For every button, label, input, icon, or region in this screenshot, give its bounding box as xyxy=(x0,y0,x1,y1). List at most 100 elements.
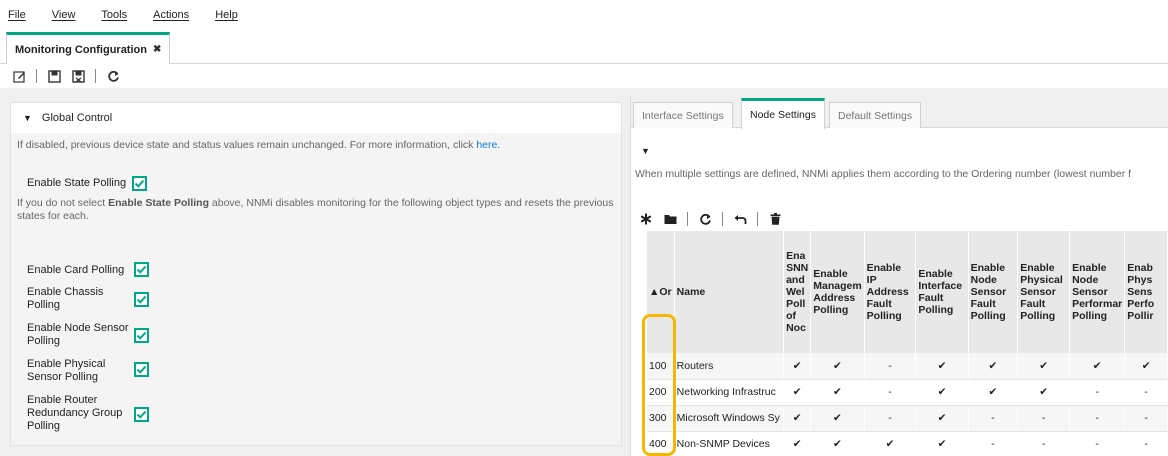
router-redundancy-polling-label: Enable Router Redundancy Group Polling xyxy=(27,394,123,432)
chassis-polling-checkbox[interactable] xyxy=(134,292,149,307)
value-cell: ✔ xyxy=(864,431,917,456)
save-close-icon[interactable] xyxy=(71,69,85,83)
menu-bar: File View Tools Actions Help xyxy=(0,0,1168,30)
chassis-polling-label: Enable Chassis Polling xyxy=(27,286,104,311)
value-cell: - xyxy=(968,431,1019,456)
value-cell: - xyxy=(864,353,917,380)
refresh-icon[interactable] xyxy=(698,212,712,226)
name-cell: Networking Infrastruc xyxy=(674,379,785,406)
more-info-link[interactable]: here xyxy=(476,139,497,151)
value-cell: ✔ xyxy=(810,405,865,432)
toolbar-divider xyxy=(757,212,758,226)
table-row[interactable]: 400 Non-SNMP Devices ✔ ✔ ✔ ✔ - - - - xyxy=(647,431,1168,456)
document-tab-bar: Monitoring Configuration ✖ xyxy=(0,30,1168,64)
value-cell: ✔ xyxy=(968,353,1019,380)
chassis-polling-row: Enable Chassis Polling xyxy=(27,285,167,313)
value-cell: - xyxy=(864,379,917,406)
node-sensor-polling-checkbox[interactable] xyxy=(134,328,149,343)
value-cell: ✔ xyxy=(1017,379,1071,406)
column-header-physical-sensor-fault-polling[interactable]: Enable Physical Sensor Fault Polling xyxy=(1017,231,1071,353)
value-cell: ✔ xyxy=(783,405,812,432)
card-polling-row: Enable Card Polling xyxy=(27,262,167,278)
column-header-management-address-polling[interactable]: Enable Managem Address Polling xyxy=(810,231,865,353)
edit-icon[interactable] xyxy=(12,69,26,83)
ordering-cell: 100 xyxy=(647,353,675,380)
name-cell: Routers xyxy=(674,353,785,380)
value-cell: - xyxy=(968,405,1019,432)
global-control-header[interactable]: ▼ Global Control xyxy=(11,103,621,133)
value-cell: ✔ xyxy=(915,379,969,406)
card-polling-label: Enable Card Polling xyxy=(27,264,125,276)
column-header-snmp-polling[interactable]: Ena SNN and Wel Poll of Noc xyxy=(783,231,812,353)
collapse-triangle-icon[interactable]: ▼ xyxy=(641,146,650,156)
menu-help[interactable]: Help xyxy=(215,9,238,21)
router-redundancy-polling-row: Enable Router Redundancy Group Polling xyxy=(27,393,167,435)
table-toolbar xyxy=(639,212,792,226)
name-cell: Non-SNMP Devices xyxy=(674,431,785,456)
physical-sensor-polling-row: Enable Physical Sensor Polling xyxy=(27,357,167,385)
value-cell: ✔ xyxy=(915,405,969,432)
tab-monitoring-configuration[interactable]: Monitoring Configuration ✖ xyxy=(6,32,171,64)
tab-default-settings[interactable]: Default Settings xyxy=(829,102,922,128)
value-cell: ✔ xyxy=(783,379,812,406)
menu-file[interactable]: File xyxy=(8,9,26,21)
global-control-body: If disabled, previous device state and s… xyxy=(11,133,621,445)
column-header-interface-fault-polling[interactable]: Enable Interface Fault Polling xyxy=(915,231,969,353)
ordering-cell: 300 xyxy=(647,405,675,432)
column-header-node-sensor-performance-polling[interactable]: Enable Node Sensor Performar Polling xyxy=(1069,231,1126,353)
table-row[interactable]: 200 Networking Infrastruc ✔ ✔ - ✔ ✔ ✔ - … xyxy=(647,379,1168,406)
tab-interface-settings[interactable]: Interface Settings xyxy=(633,102,733,128)
column-header-physical-sensor-performance-polling[interactable]: Enab Phys Sens Perfo Pollir xyxy=(1124,231,1168,353)
undo-icon[interactable] xyxy=(733,212,747,226)
value-cell: - xyxy=(1017,431,1071,456)
value-cell: ✔ xyxy=(810,431,865,456)
global-control-title: Global Control xyxy=(41,112,113,124)
value-cell: - xyxy=(1124,405,1168,432)
column-header-ip-address-fault-polling[interactable]: Enable IP Address Fault Polling xyxy=(864,231,917,353)
value-cell: ✔ xyxy=(1069,353,1126,380)
tab-node-settings[interactable]: Node Settings xyxy=(741,98,825,129)
physical-sensor-polling-checkbox[interactable] xyxy=(134,362,149,377)
value-cell: - xyxy=(1069,431,1126,456)
state-polling-checkbox[interactable] xyxy=(132,176,148,191)
toolbar-divider xyxy=(95,69,96,83)
column-header-node-sensor-fault-polling[interactable]: Enable Node Sensor Fault Polling xyxy=(968,231,1019,353)
table-row[interactable]: 300 Microsoft Windows Sy ✔ ✔ - ✔ - - - - xyxy=(647,405,1168,432)
value-cell: ✔ xyxy=(1017,353,1071,380)
value-cell: ✔ xyxy=(915,353,969,380)
value-cell: ✔ xyxy=(810,353,865,380)
value-cell: - xyxy=(1124,431,1168,456)
menu-view[interactable]: View xyxy=(52,9,76,21)
value-cell: ✔ xyxy=(915,431,969,456)
delete-icon[interactable] xyxy=(768,212,782,226)
ordering-cell: 400 xyxy=(647,431,675,456)
router-redundancy-polling-checkbox[interactable] xyxy=(134,407,149,422)
ordering-info: When multiple settings are defined, NNMi… xyxy=(635,168,1132,180)
physical-sensor-polling-label: Enable Physical Sensor Polling xyxy=(27,358,106,383)
open-icon[interactable] xyxy=(663,212,677,226)
menu-tools[interactable]: Tools xyxy=(101,9,127,21)
value-cell: - xyxy=(1124,379,1168,406)
value-cell: ✔ xyxy=(1124,353,1168,380)
menu-actions[interactable]: Actions xyxy=(153,9,189,21)
refresh-icon[interactable] xyxy=(106,69,120,83)
toolbar-divider xyxy=(36,69,37,83)
value-cell: ✔ xyxy=(783,431,812,456)
value-cell: - xyxy=(1069,379,1126,406)
main-toolbar xyxy=(0,64,1168,88)
save-icon[interactable] xyxy=(47,69,61,83)
global-control-panel: ▼ Global Control If disabled, previous d… xyxy=(10,102,622,446)
column-header-name[interactable]: Name xyxy=(674,231,785,353)
collapse-triangle-icon[interactable]: ▼ xyxy=(23,113,32,123)
table-header-row: ▲Or Name Ena SNN and Wel Poll of Noc Ena… xyxy=(647,231,1168,353)
card-polling-checkbox[interactable] xyxy=(134,262,149,277)
node-sensor-polling-row: Enable Node Sensor Polling xyxy=(27,321,167,349)
value-cell: - xyxy=(1017,405,1071,432)
state-polling-label: Enable State Polling xyxy=(27,177,127,189)
state-polling-warning: If you do not select Enable State Pollin… xyxy=(17,197,614,222)
column-header-ordering[interactable]: ▲Or xyxy=(647,231,675,353)
close-tab-icon[interactable]: ✖ xyxy=(153,44,161,55)
main-content: ▼ Global Control If disabled, previous d… xyxy=(0,88,1168,456)
table-row[interactable]: 100 Routers ✔ ✔ - ✔ ✔ ✔ ✔ ✔ xyxy=(647,353,1168,380)
new-icon[interactable] xyxy=(639,212,653,226)
